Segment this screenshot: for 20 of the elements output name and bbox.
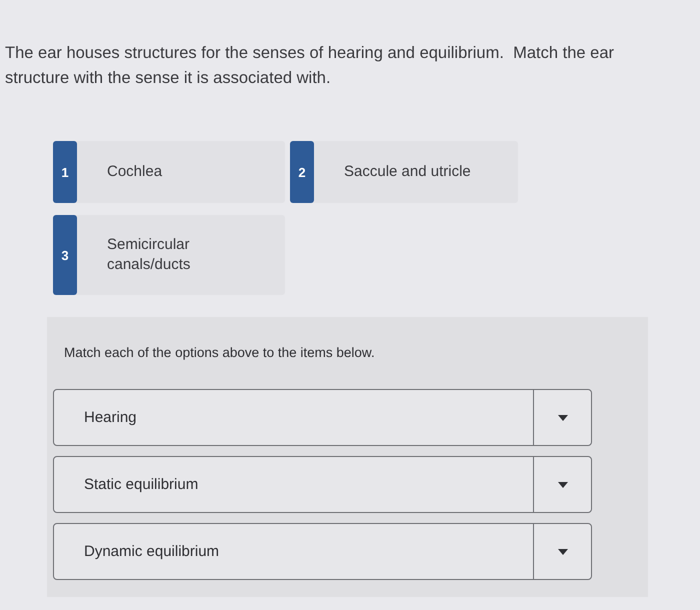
caret-icon bbox=[558, 482, 568, 488]
caret-icon bbox=[558, 548, 568, 554]
item-label: Static equilibrium bbox=[83, 476, 200, 493]
option-label: Semicircular canals/ducts bbox=[106, 235, 192, 275]
dropdown-button[interactable] bbox=[533, 457, 591, 512]
number-badge: 2 bbox=[290, 141, 314, 203]
instruction-text: Match each of the options above to the items below. bbox=[64, 344, 376, 362]
option-card[interactable]: 1 Cochlea bbox=[53, 141, 285, 203]
item-label: Hearing bbox=[83, 409, 138, 426]
item-label: Dynamic equilibrium bbox=[83, 543, 220, 560]
option-card[interactable]: 3 Semicircular canals/ducts bbox=[53, 215, 285, 295]
option-label: Cochlea bbox=[106, 162, 164, 182]
dropdown-button[interactable] bbox=[533, 390, 591, 445]
number-badge: 1 bbox=[53, 141, 77, 203]
question-text: The ear houses structures for the senses of hearing and equilibrium. Match the ear structure with the sense it is associated with. bbox=[5, 43, 615, 89]
option-label: Saccule and utricle bbox=[343, 162, 472, 182]
dropdown-button[interactable] bbox=[533, 524, 591, 579]
option-card[interactable]: 2 Saccule and utricle bbox=[290, 141, 518, 203]
caret-icon bbox=[558, 414, 568, 420]
number-badge: 3 bbox=[53, 215, 77, 295]
